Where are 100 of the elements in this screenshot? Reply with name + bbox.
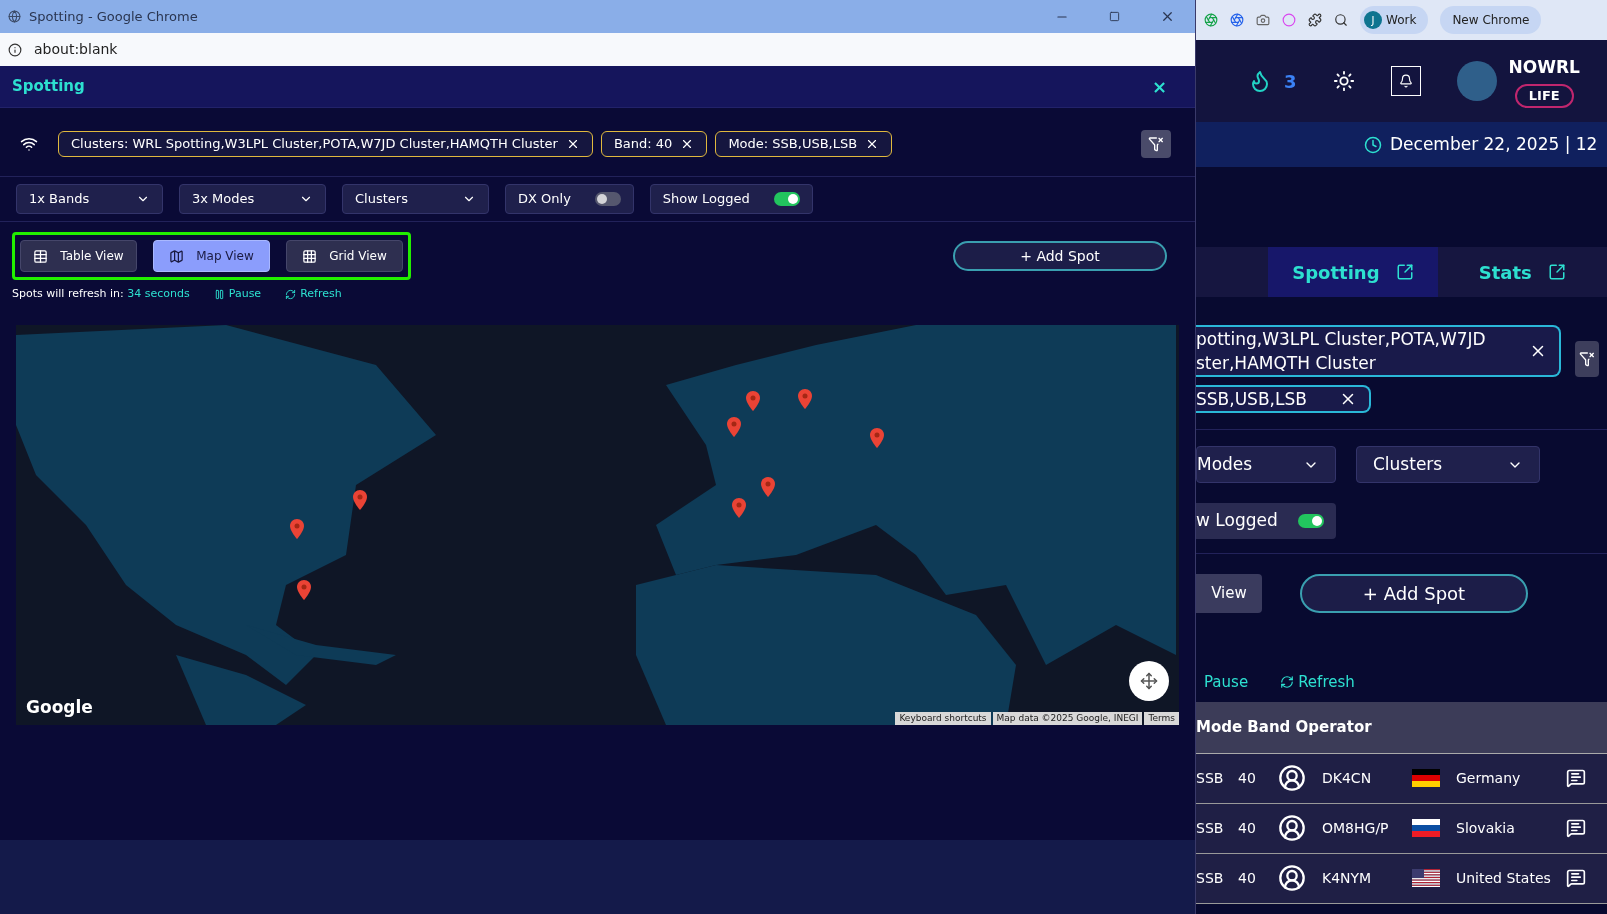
extension-icon[interactable] xyxy=(1204,13,1218,27)
map-logo: Google xyxy=(26,696,93,719)
table-cell-text: United States xyxy=(1456,868,1552,888)
map-pin-icon[interactable] xyxy=(353,489,368,510)
dropdown[interactable]: Modes xyxy=(1196,446,1336,483)
view-tab[interactable]: Table View xyxy=(20,240,137,272)
bell-icon xyxy=(1398,74,1413,88)
table-cell-text: Germany xyxy=(1456,768,1522,788)
table-cell-text: 40 xyxy=(1238,818,1257,838)
flag-icon xyxy=(1412,819,1440,837)
filter-chip[interactable]: Band: 40 xyxy=(600,131,708,157)
filter-chip[interactable]: Mode: SSB,USB,LSB xyxy=(715,131,893,157)
camera-icon[interactable] xyxy=(1256,13,1270,27)
profile-name: Work xyxy=(1386,12,1417,29)
address-field[interactable]: about:blank xyxy=(34,39,118,60)
add-spot-button[interactable]: + Add Spot xyxy=(953,241,1167,271)
toggle-control[interactable]: w Logged xyxy=(1196,503,1336,539)
map-pin-icon[interactable] xyxy=(797,388,812,409)
external-link-icon xyxy=(1395,263,1414,281)
map-view[interactable]: Google Keyboard shortcuts Map data ©2025 Google, INEGI Terms xyxy=(16,324,1179,725)
dropdown[interactable]: 3x Modes xyxy=(179,184,326,214)
extension-icon[interactable] xyxy=(1230,13,1244,27)
window-title: Spotting - Google Chrome xyxy=(29,7,198,26)
toggle-switch[interactable] xyxy=(1297,514,1324,528)
dropdown[interactable]: Clusters xyxy=(1356,446,1540,483)
close-button[interactable]: × xyxy=(1151,73,1167,100)
map-icon xyxy=(169,248,185,264)
view-tab[interactable]: Map View xyxy=(153,240,270,272)
toggle-switch[interactable] xyxy=(773,192,800,206)
map-pin-icon[interactable] xyxy=(761,476,776,497)
toggle-control[interactable]: Show Logged xyxy=(649,184,813,214)
map-pin-icon[interactable] xyxy=(732,497,747,518)
table-cell-text: SSB xyxy=(1196,818,1225,838)
comment-icon[interactable] xyxy=(1566,768,1586,788)
external-link-icon xyxy=(1547,263,1566,281)
filter-chip[interactable]: Clusters: WRL Spotting,W3LPL Cluster,POTA,W7JD Cluster,HAMQTH Cluster xyxy=(58,131,593,157)
clear-filters-button[interactable] xyxy=(1141,130,1171,158)
info-icon[interactable] xyxy=(8,42,22,57)
notification-button[interactable] xyxy=(1390,66,1421,96)
pause-button[interactable]: Pause xyxy=(1204,671,1249,694)
clock-icon xyxy=(1364,135,1382,154)
streak-count: 3 xyxy=(1284,69,1297,94)
table-cell-text: SSB xyxy=(1196,868,1225,888)
color-picker-icon[interactable] xyxy=(1282,13,1296,27)
panel-title: Spotting xyxy=(12,76,85,98)
table-cell-text: 40 xyxy=(1238,768,1257,788)
move-arrows-icon xyxy=(1140,671,1158,690)
theme-icon[interactable] xyxy=(1332,70,1355,92)
user-icon xyxy=(1278,764,1306,792)
profile-chip[interactable]: J Work xyxy=(1360,6,1429,34)
search-icon[interactable] xyxy=(1334,13,1348,27)
maximize-icon[interactable] xyxy=(1109,11,1120,22)
map-pin-icon[interactable] xyxy=(290,519,305,540)
user-icon xyxy=(1278,814,1306,842)
refresh-icon xyxy=(1280,675,1295,690)
pause-button[interactable]: Pause xyxy=(213,286,262,303)
map-pin-icon[interactable] xyxy=(726,416,741,437)
refresh-button[interactable]: Refresh xyxy=(285,286,342,303)
fullscreen-button[interactable] xyxy=(1129,660,1169,701)
extensions-icon[interactable] xyxy=(1308,13,1322,27)
toggle-switch[interactable] xyxy=(594,192,621,206)
dropdown[interactable]: 1x Bands xyxy=(16,184,163,214)
membership-badge: LIFE xyxy=(1514,84,1574,108)
refresh-countdown: Spots will refresh in: 34 seconds xyxy=(12,286,190,302)
dropdown[interactable]: Clusters xyxy=(342,184,489,214)
page-tab[interactable]: Spotting xyxy=(1268,247,1438,297)
pause-icon xyxy=(213,288,225,300)
table-cell-text: K4NYM xyxy=(1322,868,1373,888)
filter-chip[interactable]: SSB,USB,LSB xyxy=(1196,385,1371,413)
table-cell-text: 40 xyxy=(1238,868,1257,888)
flag-icon xyxy=(1412,869,1440,887)
toggle-label: Show Logged xyxy=(662,190,750,209)
globe-icon xyxy=(8,10,21,23)
view-tab[interactable]: Grid View xyxy=(286,240,403,272)
profile-avatar: J xyxy=(1364,11,1382,29)
avatar xyxy=(1456,61,1497,101)
date-time: December 22, 2025 | 12 xyxy=(1390,132,1598,156)
toggle-label: w Logged xyxy=(1196,509,1278,533)
table-cell-text: OM8HG/P xyxy=(1322,818,1390,838)
new-chrome-button[interactable]: New Chrome xyxy=(1440,6,1542,34)
close-icon[interactable] xyxy=(1160,9,1175,24)
toggle-control[interactable]: DX Only xyxy=(505,184,634,214)
comment-icon[interactable] xyxy=(1566,868,1586,888)
map-pin-icon[interactable] xyxy=(869,427,884,448)
table-header: Mode Band Operator xyxy=(1196,716,1372,738)
map-attribution[interactable]: Terms xyxy=(1144,711,1179,725)
filter-off-icon xyxy=(1579,351,1595,367)
comment-icon[interactable] xyxy=(1566,818,1586,838)
refresh-button[interactable]: Refresh xyxy=(1280,671,1355,694)
map-pin-icon[interactable] xyxy=(297,579,312,600)
broadcast-icon xyxy=(20,135,38,153)
filter-chip[interactable]: potting,W3LPL Cluster,POTA,W7JD ster,HAMQTH Cluster xyxy=(1196,325,1561,377)
toggle-label: DX Only xyxy=(518,190,571,209)
filter-off-icon xyxy=(1148,136,1164,152)
table-cell-text: Slovakia xyxy=(1456,818,1516,838)
add-spot-button[interactable]: + Add Spot xyxy=(1300,574,1528,613)
map-pin-icon[interactable] xyxy=(746,390,761,411)
clear-filters-button[interactable] xyxy=(1575,341,1599,377)
view-tab[interactable]: View xyxy=(1196,574,1262,613)
map-attribution[interactable]: Map data ©2025 Google, INEGI xyxy=(992,711,1143,725)
